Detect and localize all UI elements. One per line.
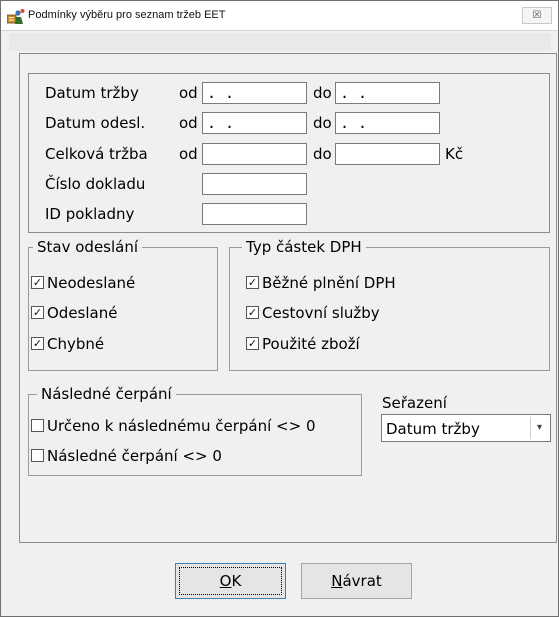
label-datum-trzby: Datum tržby	[45, 84, 139, 102]
checkbox-icon[interactable]: ✓	[31, 306, 44, 319]
label-id-pokladny: ID pokladny	[45, 205, 135, 223]
dialog-window: Podmínky výběru pro seznam tržeb EET ☒ D…	[0, 0, 559, 617]
id-pokladny-input[interactable]	[202, 203, 307, 225]
checkbox-icon[interactable]	[31, 449, 44, 462]
return-button[interactable]: Návrat	[301, 563, 412, 599]
label-od: od	[179, 114, 198, 132]
close-icon[interactable]: ☒	[522, 7, 552, 24]
sort-label: Seřazení	[382, 394, 447, 412]
sort-selected-value: Datum tržby	[386, 420, 480, 438]
datum-odesl-do-input[interactable]: . .	[335, 112, 440, 134]
chevron-down-icon[interactable]: ▾	[530, 417, 548, 439]
celkova-trzba-do-input[interactable]	[335, 143, 440, 165]
sort-select[interactable]: Datum tržby ▾	[381, 414, 551, 442]
checkbox-label: Určeno k následnému čerpání <> 0	[47, 417, 316, 435]
checkbox-urceno-k-cerpani[interactable]: Určeno k následnému čerpání <> 0	[31, 416, 356, 436]
checkbox-bezne-plneni[interactable]: ✓ Běžné plnění DPH	[246, 273, 536, 293]
typ-castek-title: Typ částek DPH	[242, 238, 366, 256]
datum-trzby-do-input[interactable]: . .	[335, 82, 440, 104]
currency-label: Kč	[445, 145, 464, 163]
datum-odesl-od-input[interactable]: . .	[202, 112, 307, 134]
checkbox-cestovni-sluzby[interactable]: ✓ Cestovní služby	[246, 303, 536, 323]
toolbar-band	[9, 33, 551, 51]
label-do: do	[313, 84, 332, 102]
label-od: od	[179, 145, 198, 163]
label-od: od	[179, 84, 198, 102]
checkbox-label: Běžné plnění DPH	[262, 274, 396, 292]
datum-trzby-od-input[interactable]: . .	[202, 82, 307, 104]
celkova-trzba-od-input[interactable]	[202, 143, 307, 165]
checkbox-icon[interactable]: ✓	[31, 276, 44, 289]
ok-button[interactable]: OK	[175, 563, 286, 599]
checkbox-icon[interactable]: ✓	[246, 337, 259, 350]
title-bar: Podmínky výběru pro seznam tržeb EET ☒	[1, 1, 558, 31]
label-celkova-trzba: Celková tržba	[45, 145, 148, 163]
checkbox-icon[interactable]	[31, 419, 44, 432]
checkbox-icon[interactable]: ✓	[246, 276, 259, 289]
checkbox-chybne[interactable]: ✓ Chybné	[31, 334, 211, 354]
return-button-label: Návrat	[331, 572, 382, 590]
ok-button-label: OK	[219, 572, 242, 590]
app-icon	[6, 8, 25, 25]
label-do: do	[313, 145, 332, 163]
nasledne-cerpani-title: Následné čerpání	[37, 385, 176, 403]
checkbox-nasledne-cerpani[interactable]: Následné čerpání <> 0	[31, 446, 356, 466]
checkbox-neodeslane[interactable]: ✓ Neodeslané	[31, 273, 211, 293]
checkbox-label: Použité zboží	[262, 335, 360, 353]
label-datum-odesl: Datum odesl.	[45, 114, 146, 132]
checkbox-label: Následné čerpání <> 0	[47, 447, 222, 465]
window-title: Podmínky výběru pro seznam tržeb EET	[28, 9, 226, 21]
stav-odeslani-title: Stav odeslání	[33, 238, 143, 256]
checkbox-label: Neodeslané	[47, 274, 136, 292]
checkbox-pouzite-zbozi[interactable]: ✓ Použité zboží	[246, 334, 536, 354]
checkbox-label: Chybné	[47, 335, 105, 353]
checkbox-icon[interactable]: ✓	[246, 306, 259, 319]
cislo-dokladu-input[interactable]	[202, 173, 307, 195]
label-cislo-dokladu: Číslo dokladu	[45, 175, 146, 193]
checkbox-odeslane[interactable]: ✓ Odeslané	[31, 303, 211, 323]
checkbox-label: Cestovní služby	[262, 304, 380, 322]
checkbox-icon[interactable]: ✓	[31, 337, 44, 350]
label-do: do	[313, 114, 332, 132]
checkbox-label: Odeslané	[47, 304, 118, 322]
